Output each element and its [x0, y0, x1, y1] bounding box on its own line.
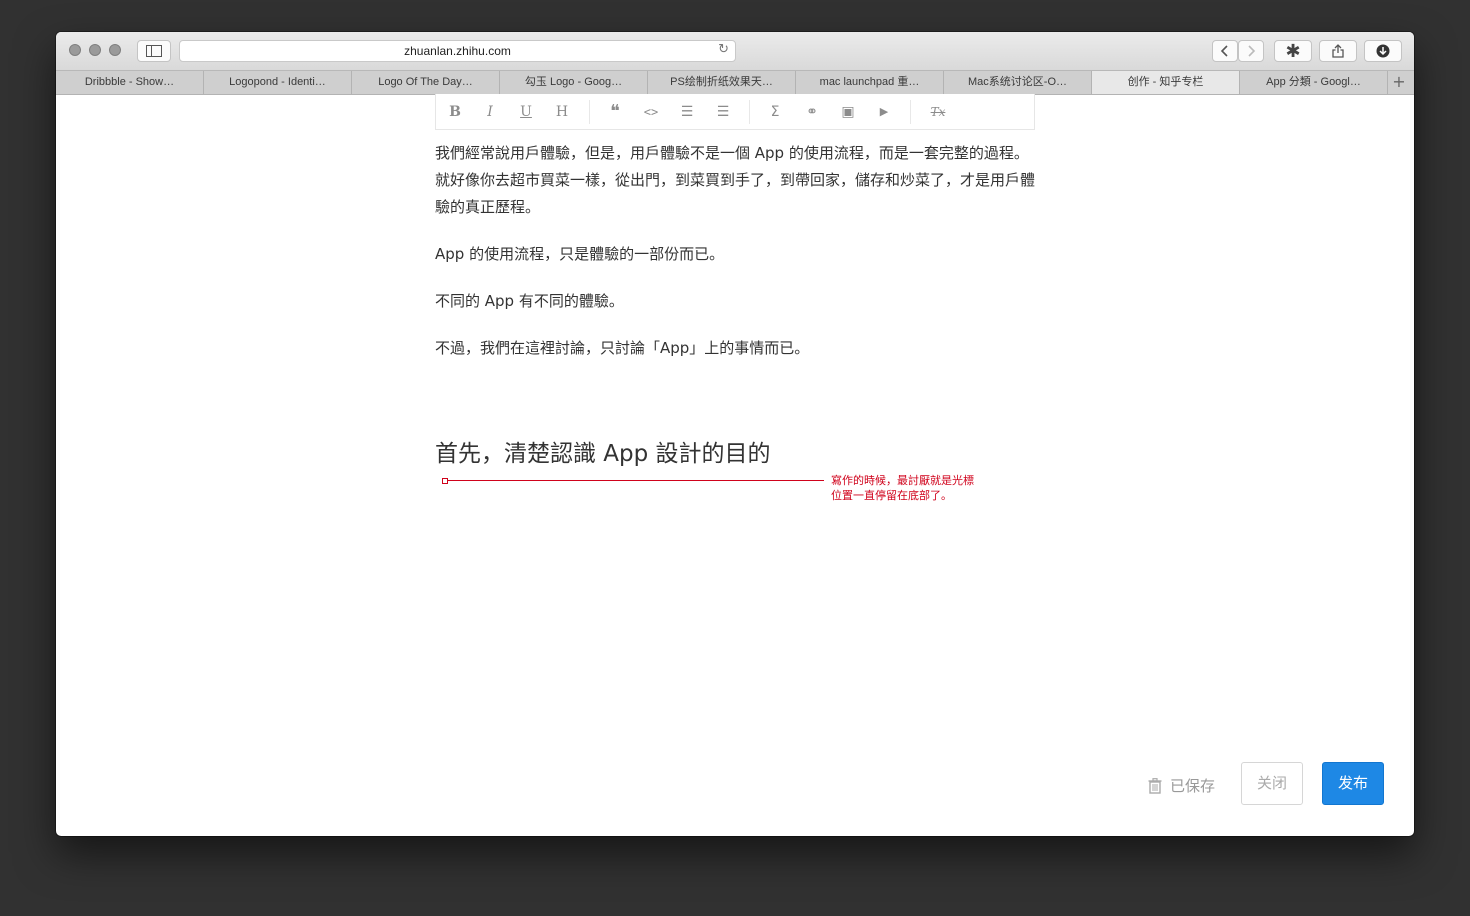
- close-button[interactable]: 关闭: [1241, 762, 1303, 805]
- annotation-line: [445, 480, 824, 481]
- address-bar[interactable]: zhuanlan.zhihu.com ↻: [179, 40, 736, 62]
- tab-ps-paper-effect[interactable]: PS绘制折纸效果天…: [648, 71, 796, 94]
- section-heading: 首先，清楚認識 App 設計的目的: [435, 441, 771, 467]
- tab-mac-launchpad[interactable]: mac launchpad 重…: [796, 71, 944, 94]
- tab-mac-forum[interactable]: Mac系统讨论区-O…: [944, 71, 1092, 94]
- new-tab-button[interactable]: +: [1388, 71, 1410, 94]
- tab-zhihu-create[interactable]: 创作 - 知乎专栏: [1092, 71, 1240, 94]
- share-icon: [1332, 44, 1344, 58]
- trash-icon[interactable]: [1148, 777, 1162, 794]
- underline-button[interactable]: U: [516, 102, 536, 122]
- publish-button[interactable]: 发布: [1322, 762, 1384, 805]
- tab-goudama-logo[interactable]: 勾玉 Logo - Goog…: [500, 71, 648, 94]
- share-button[interactable]: [1319, 40, 1357, 62]
- download-icon: [1376, 44, 1390, 58]
- toolbar-divider: [910, 100, 911, 124]
- paragraph: 我們經常說用戶體驗，但是，用戶體驗不是一個 App 的使用流程，而是一套完整的過…: [435, 144, 1036, 216]
- link-button[interactable]: ⚭: [802, 102, 822, 122]
- browser-window: zhuanlan.zhihu.com ↻ ✱ Dribbble - Show… …: [56, 32, 1414, 836]
- clear-format-button[interactable]: Tx: [928, 102, 948, 122]
- paragraph: App 的使用流程，只是體驗的一部份而已。: [435, 245, 725, 263]
- tab-logopond[interactable]: Logopond - Identi…: [204, 71, 352, 94]
- downloads-button[interactable]: [1364, 40, 1402, 62]
- ordered-list-button[interactable]: ☰: [677, 102, 697, 122]
- sidebar-icon: [146, 45, 162, 57]
- chevron-left-icon: [1220, 45, 1228, 57]
- code-button[interactable]: <>: [641, 102, 661, 122]
- video-button[interactable]: ▶: [874, 102, 894, 122]
- tab-logo-of-the-day[interactable]: Logo Of The Day…: [352, 71, 500, 94]
- extension-button[interactable]: ✱: [1274, 40, 1312, 62]
- formula-button[interactable]: Σ: [765, 102, 785, 122]
- saved-label: 已保存: [1170, 777, 1216, 795]
- toolbar-divider: [589, 100, 590, 124]
- back-button[interactable]: [1212, 40, 1238, 62]
- reload-icon[interactable]: ↻: [718, 42, 729, 57]
- asterisk-icon: ✱: [1285, 40, 1301, 62]
- forward-button[interactable]: [1238, 40, 1264, 62]
- annotation-line-2: 位置一直停留在底部了。: [831, 489, 952, 502]
- tab-app-category[interactable]: App 分類 - Googl…: [1240, 71, 1388, 94]
- url-text: zhuanlan.zhihu.com: [404, 44, 511, 58]
- quote-button[interactable]: ❝: [605, 102, 625, 122]
- zoom-window-button[interactable]: [109, 44, 121, 56]
- title-bar: zhuanlan.zhihu.com ↻ ✱: [56, 32, 1414, 71]
- toolbar-divider: [749, 100, 750, 124]
- annotation-note: 寫作的時候，最討厭就是光標 位置一直停留在底部了。: [831, 473, 1001, 503]
- italic-button[interactable]: I: [480, 102, 500, 122]
- editor-content[interactable]: 我們經常說用戶體驗，但是，用戶體驗不是一個 App 的使用流程，而是一套完整的過…: [435, 140, 1035, 382]
- unordered-list-button[interactable]: ☰: [713, 102, 733, 122]
- minimize-window-button[interactable]: [89, 44, 101, 56]
- image-button[interactable]: ▣: [838, 102, 858, 122]
- heading-button[interactable]: H: [552, 102, 572, 122]
- annotation-line-1: 寫作的時候，最討厭就是光標: [831, 474, 974, 487]
- close-window-button[interactable]: [69, 44, 81, 56]
- save-status: 已保存: [1148, 775, 1215, 796]
- bold-button[interactable]: B: [445, 102, 465, 122]
- tab-bar: Dribbble - Show… Logopond - Identi… Logo…: [56, 71, 1414, 95]
- tab-dribbble[interactable]: Dribbble - Show…: [56, 71, 204, 94]
- chevron-right-icon: [1248, 45, 1256, 57]
- paragraph: 不過，我們在這裡討論，只討論「App」上的事情而已。: [435, 339, 810, 357]
- paragraph: 不同的 App 有不同的體驗。: [435, 292, 624, 310]
- sidebar-toggle-button[interactable]: [137, 40, 171, 62]
- cursor-marker: [442, 478, 448, 484]
- editor-toolbar: B I U H ❝ <> ☰ ☰ Σ ⚭ ▣ ▶ Tx: [435, 94, 1035, 130]
